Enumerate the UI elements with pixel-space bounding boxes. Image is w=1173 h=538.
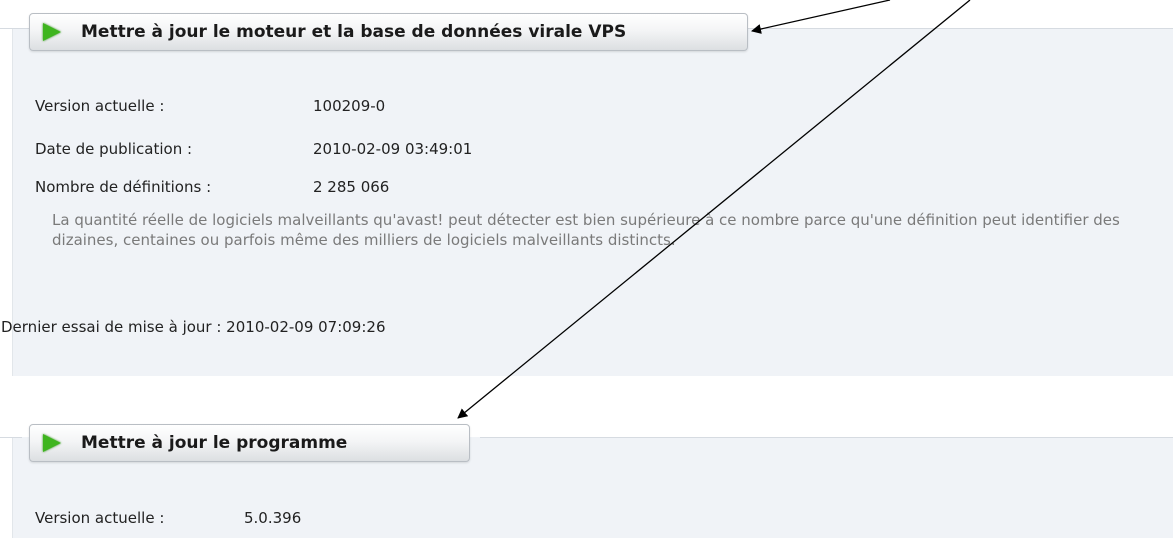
update-vps-button-label: Mettre à jour le moteur et la base de do… — [81, 22, 627, 42]
section-divider — [480, 437, 1173, 438]
update-page: Mettre à jour le moteur et la base de do… — [0, 0, 1173, 538]
vps-date-value: 2010-02-09 03:49:01 — [313, 140, 473, 158]
program-version-label: Version actuelle : — [35, 509, 165, 527]
vps-definitions-label: Nombre de définitions : — [35, 178, 212, 196]
program-version-value: 5.0.396 — [244, 509, 302, 527]
update-vps-button[interactable]: Mettre à jour le moteur et la base de do… — [29, 13, 748, 51]
vps-version-label: Version actuelle : — [35, 97, 165, 115]
vps-version-value: 100209-0 — [313, 97, 386, 115]
definitions-note: La quantité réelle de logiciels malveill… — [52, 211, 1120, 249]
vps-definitions-value: 2 285 066 — [313, 178, 390, 196]
vps-date-label: Date de publication : — [35, 140, 193, 158]
update-program-button[interactable]: Mettre à jour le programme — [29, 424, 470, 462]
play-arrow-icon — [43, 434, 61, 452]
play-arrow-icon — [43, 23, 61, 41]
last-update-attempt: Dernier essai de mise à jour : 2010-02-0… — [1, 318, 386, 336]
section-divider — [0, 437, 22, 438]
arrow-to-vps-button — [751, 0, 891, 34]
update-program-button-label: Mettre à jour le programme — [81, 433, 348, 453]
